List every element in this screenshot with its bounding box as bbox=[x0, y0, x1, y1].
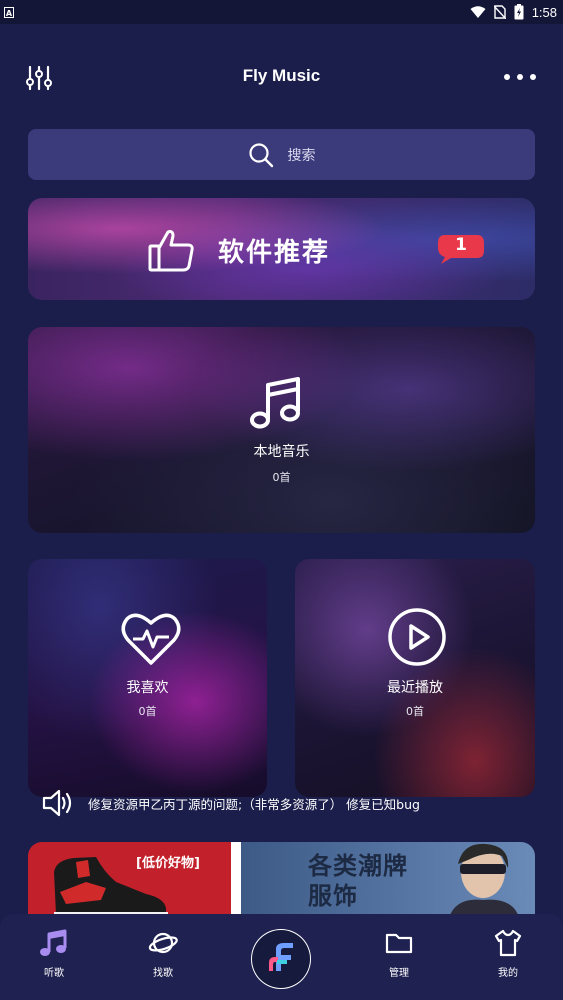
center-play-button[interactable] bbox=[251, 929, 311, 989]
search-bar[interactable]: 搜索 bbox=[28, 129, 535, 180]
favorites-count: 0首 bbox=[138, 705, 157, 718]
music-note-icon bbox=[250, 377, 300, 429]
recommend-label: 软件推荐 bbox=[218, 238, 331, 268]
recent-play-card[interactable]: 最近播放 0首 bbox=[295, 559, 535, 797]
nav-tab-find[interactable]: 找歌 bbox=[123, 928, 203, 979]
tshirt-icon bbox=[494, 929, 522, 957]
play-circle-icon bbox=[388, 608, 446, 666]
recommend-badge-count: 1 bbox=[455, 235, 467, 255]
planet-icon bbox=[148, 932, 178, 954]
local-music-title: 本地音乐 bbox=[253, 444, 310, 460]
fly-logo-icon bbox=[252, 930, 310, 988]
ad-tag: [低价好物] bbox=[136, 856, 200, 871]
software-recommend-banner[interactable]: 软件推荐 1 bbox=[28, 198, 535, 300]
folder-icon bbox=[385, 933, 413, 954]
battery-charging-icon bbox=[514, 4, 524, 20]
status-bar: A 1:58 bbox=[0, 0, 563, 24]
search-icon bbox=[248, 142, 273, 167]
recent-play-count: 0首 bbox=[406, 705, 424, 718]
nav-label-listen: 听歌 bbox=[44, 968, 64, 979]
favorites-card[interactable]: 我喜欢 0首 bbox=[28, 559, 267, 797]
more-dots-icon[interactable] bbox=[503, 72, 537, 82]
nav-tab-profile[interactable]: 我的 bbox=[468, 928, 548, 979]
speaker-icon bbox=[42, 789, 72, 817]
model-image bbox=[448, 843, 520, 922]
clock: 1:58 bbox=[531, 4, 557, 20]
nav-label-manage: 管理 bbox=[389, 968, 409, 979]
music-note-icon bbox=[40, 929, 67, 956]
recent-play-title: 最近播放 bbox=[387, 680, 443, 696]
search-placeholder: 搜索 bbox=[287, 147, 316, 164]
ad-banner[interactable]: [低价好物] 各类潮牌 服饰 bbox=[28, 842, 535, 922]
notice-text: 修复资源甲乙丙丁源的问题;（非常多资源了） 修复已知bug bbox=[88, 796, 420, 812]
wifi-icon bbox=[470, 5, 486, 18]
app-title: Fly Music bbox=[242, 66, 321, 85]
local-music-count: 0首 bbox=[272, 471, 291, 484]
thumbs-up-icon bbox=[148, 230, 194, 272]
nav-label-find: 找歌 bbox=[153, 968, 173, 979]
nav-tab-listen[interactable]: 听歌 bbox=[14, 928, 94, 979]
favorites-title: 我喜欢 bbox=[126, 680, 169, 696]
notification-a-icon: A bbox=[4, 6, 14, 18]
app-header: Fly Music bbox=[0, 56, 563, 98]
local-music-card[interactable]: 本地音乐 0首 bbox=[28, 327, 535, 533]
bottom-nav: 听歌 找歌 管理 我的 bbox=[0, 914, 563, 1000]
nav-tab-manage[interactable]: 管理 bbox=[359, 928, 439, 979]
ad-subline: 服饰 bbox=[308, 882, 358, 910]
notice-bar[interactable]: 修复资源甲乙丙丁源的问题;（非常多资源了） 修复已知bug bbox=[42, 788, 522, 818]
heart-pulse-icon bbox=[121, 613, 181, 665]
no-sim-icon bbox=[493, 5, 506, 19]
nav-label-profile: 我的 bbox=[498, 968, 518, 979]
